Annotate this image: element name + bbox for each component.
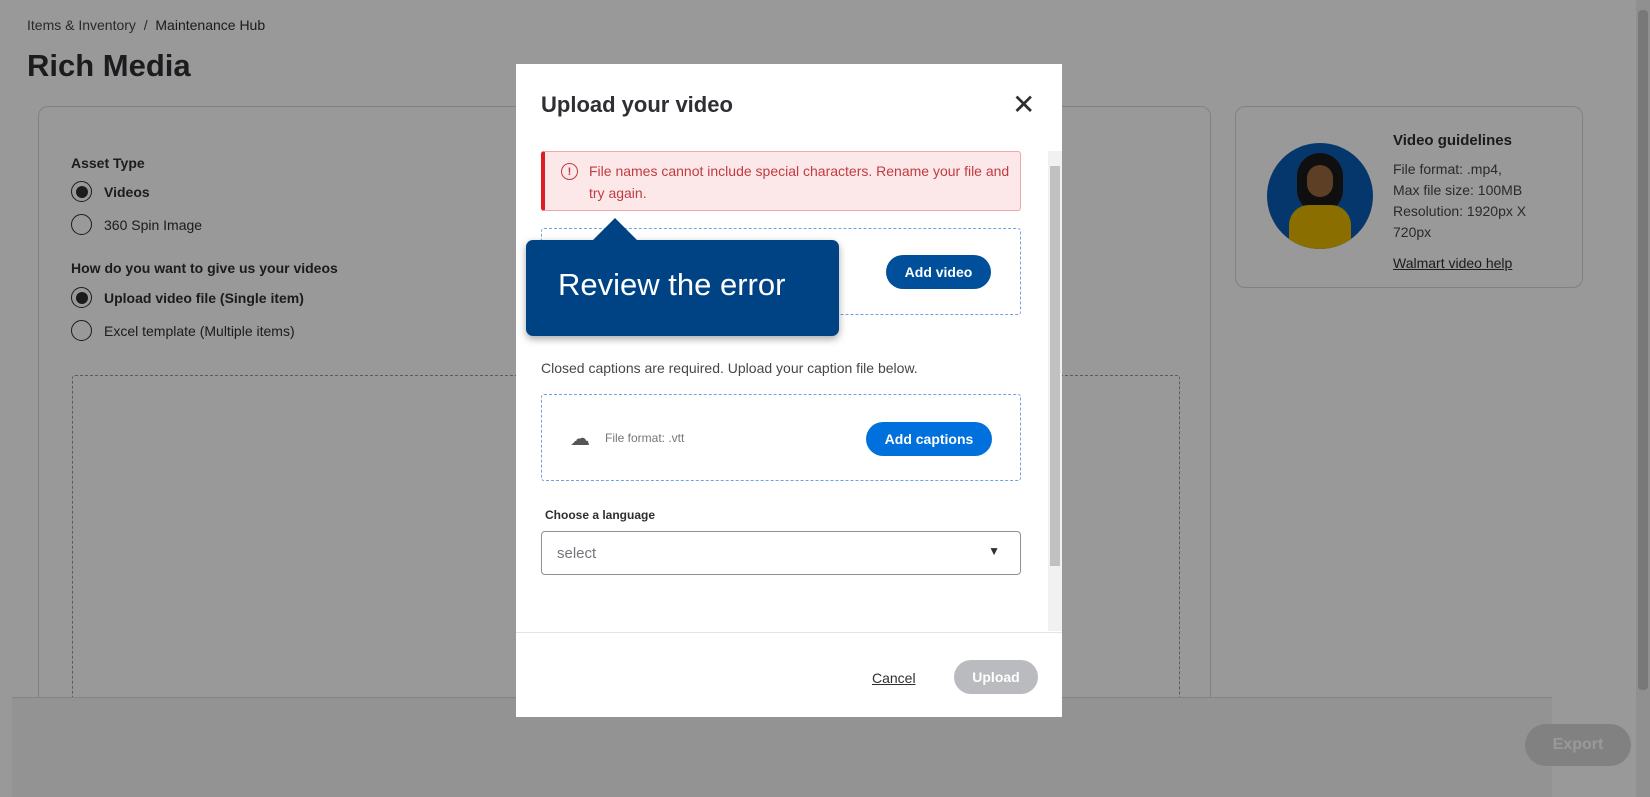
caption-format: File format: .vtt [605,431,685,445]
add-video-button[interactable]: Add video [886,255,991,289]
select-placeholder: select [557,545,597,562]
cancel-button[interactable]: Cancel [872,670,916,686]
cloud-upload-icon: ☁ [570,428,590,450]
chevron-down-icon: ▼ [988,544,1000,558]
error-alert: ! File names cannot include special char… [541,151,1021,211]
captions-note: Closed captions are required. Upload you… [541,360,918,376]
add-captions-button[interactable]: Add captions [866,422,992,456]
close-icon[interactable]: ✕ [1012,88,1035,121]
error-message: File names cannot include special charac… [589,163,1010,201]
language-label: Choose a language [545,508,656,522]
error-icon: ! [561,163,578,180]
modal-title: Upload your video [541,92,733,117]
language-select[interactable]: select ▼ [541,531,1021,575]
modal-scrollbar[interactable] [1048,151,1062,631]
modal-divider [516,632,1062,633]
upload-video-modal: Upload your video ✕ ! File names cannot … [516,64,1062,717]
upload-button[interactable]: Upload [954,660,1038,694]
review-error-tooltip: Review the error [526,218,839,336]
